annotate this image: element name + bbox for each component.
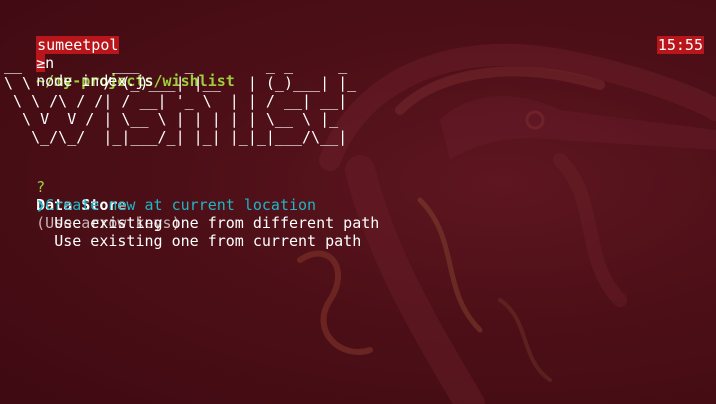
option-use-existing-different-path[interactable]: Use existing one from different path [0, 196, 379, 232]
command-line: ≥ node index.js [0, 36, 154, 90]
option-create-new[interactable]: ❯Create new at current location [0, 178, 316, 214]
ascii-banner-line: \ V V / | \__ \ | | | | | \__ \ |_ [4, 110, 348, 128]
option-label: Use existing one from current path [54, 232, 362, 250]
prompt-line: sumeetpol in ~/my-projects/wishlist [0, 18, 235, 90]
prompt-clock: 15:55 [656, 36, 704, 54]
inquirer-question: ? Data Store (Use arrow keys) [0, 160, 181, 232]
ascii-banner: __ ___ _ _ _ _ \ \ / (_)___| |__ | (_)__… [4, 56, 374, 146]
terminal-window[interactable]: sumeetpol in ~/my-projects/wishlist ≥ no… [0, 0, 716, 404]
ascii-banner-line: \_/\_/ |_|___/_| |_| |_|_|___/\__| [4, 128, 348, 146]
option-use-existing-current-path[interactable]: Use existing one from current path [0, 214, 361, 250]
ascii-banner-line: \ \ / (_)___| |__ | (_)___| |_ [4, 74, 366, 92]
ascii-banner-line: __ ___ _ _ _ _ [4, 56, 375, 74]
ascii-banner-line: \ \ /\ / /| / __| '_ \ | | / __| __| [4, 92, 348, 110]
